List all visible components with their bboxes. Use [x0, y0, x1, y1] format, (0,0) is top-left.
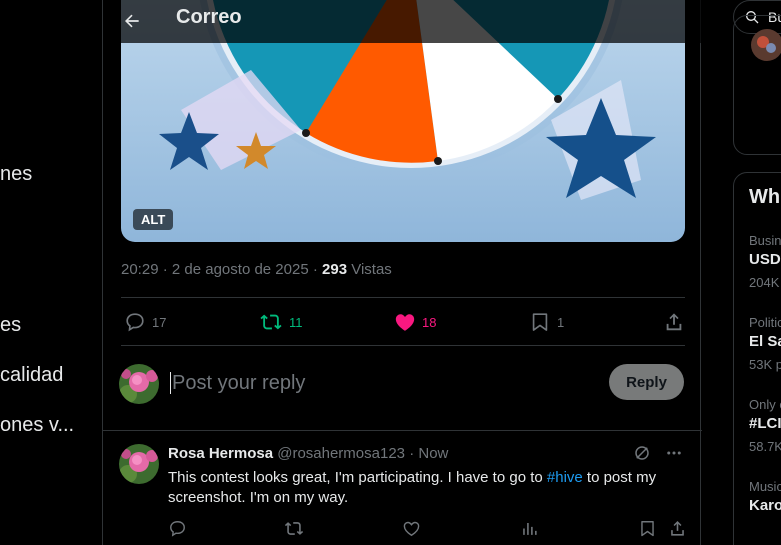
arrow-left-icon [125, 14, 139, 28]
left-navigation: nes es calidad ones v... [0, 0, 102, 545]
bookmark-icon [532, 313, 548, 331]
main-column: ALT Correo 20:29 · 2 de agosto de 2025 ·… [102, 0, 702, 545]
analytics-bars-icon [523, 522, 537, 535]
author-handle[interactable]: @rosahermosa123 [277, 445, 405, 462]
heart-icon [403, 521, 420, 537]
post-share-button[interactable] [668, 519, 687, 543]
current-user-avatar[interactable] [119, 364, 159, 404]
reply-action[interactable]: 17 [124, 305, 166, 339]
nav-item-4[interactable]: ones v... [0, 414, 74, 437]
rose-avatar-image [119, 444, 159, 484]
tweet-action-bar: 17 11 18 1 [121, 305, 685, 339]
hashtag-link[interactable]: #hive [547, 469, 583, 486]
reply-input[interactable]: Post your reply [170, 372, 305, 394]
trend-count: 53K p [749, 357, 781, 372]
like-count: 18 [422, 314, 437, 330]
like-action[interactable]: 18 [394, 305, 436, 339]
trend-title[interactable]: El Sa [749, 333, 781, 350]
whats-happening-heading: Wh [749, 186, 781, 208]
bookmark-count: 1 [557, 314, 565, 330]
views-label: Vistas [351, 261, 392, 278]
post-text-start: This contest looks great, I'm participat… [168, 469, 547, 486]
reply-composer: Post your reply Reply [103, 346, 702, 430]
post-repost-button[interactable] [284, 519, 304, 543]
share-action[interactable] [663, 305, 685, 339]
back-button[interactable] [117, 6, 147, 36]
trend-category: Busin [749, 233, 781, 248]
alt-text-badge[interactable]: ALT [133, 209, 174, 230]
post-text: This contest looks great, I'm participat… [168, 468, 683, 508]
trend-count: 204K [749, 275, 780, 290]
nav-item-3[interactable]: calidad [0, 364, 63, 387]
trend-title[interactable]: #LCI [749, 415, 781, 432]
post-header-icons [633, 444, 683, 462]
sidebar-card-top [733, 15, 781, 155]
reply-button[interactable]: Reply [609, 364, 684, 400]
tweet-date[interactable]: 2 de agosto de 2025 [172, 261, 309, 278]
share-icon [666, 313, 682, 331]
reply-count: 17 [152, 314, 167, 330]
post-author-avatar[interactable] [119, 444, 159, 484]
trend-title[interactable]: Karo [749, 497, 781, 514]
bookmark-icon [641, 521, 654, 537]
reply-bubble-icon [170, 521, 185, 537]
user-avatar[interactable] [750, 28, 781, 62]
page-title: Correo [176, 6, 242, 28]
repost-icon [284, 522, 304, 535]
right-sidebar: Bu Wh Busin USD 204K Politic El Sa 53K p… [701, 0, 781, 545]
trend-title[interactable]: USD [749, 251, 781, 268]
post-time[interactable]: Now [418, 445, 448, 462]
more-options-icon[interactable] [665, 444, 683, 462]
reply-bubble-icon [126, 313, 144, 332]
divider-top [121, 297, 685, 298]
trend-count: 58.7K [749, 439, 781, 454]
nav-item-1[interactable]: nes [0, 163, 32, 186]
top-header: Correo [103, 0, 702, 43]
post-action-bar [168, 519, 688, 541]
trend-category: Politic [749, 315, 781, 330]
views-count: 293 [322, 261, 348, 278]
repost-icon [260, 314, 282, 330]
grok-icon[interactable] [633, 444, 651, 462]
post-like-button[interactable] [402, 519, 421, 543]
nav-item-2[interactable]: es [0, 314, 21, 337]
post-bookmark-button[interactable] [638, 519, 657, 543]
post-header: Rosa Hermosa @rosahermosa123 · Now [168, 445, 449, 462]
repost-count: 11 [289, 314, 303, 330]
repost-action[interactable]: 11 [259, 305, 303, 339]
tweet-timestamp-line: 20:29 · 2 de agosto de 2025 · 293 Vistas [121, 261, 392, 278]
post-views-button[interactable] [520, 519, 539, 543]
heart-filled-icon [395, 314, 415, 331]
share-icon [671, 521, 684, 536]
rose-avatar-image [119, 364, 159, 404]
trend-category: Only o [749, 397, 781, 412]
author-name[interactable]: Rosa Hermosa [168, 445, 273, 462]
bookmark-action[interactable]: 1 [529, 305, 564, 339]
post-reply-button[interactable] [168, 519, 187, 543]
reply-post[interactable]: Rosa Hermosa @rosahermosa123 · Now This … [103, 431, 702, 545]
tweet-time[interactable]: 20:29 [121, 261, 159, 278]
app-root: nes es calidad ones v... ALT Correo 20:2… [0, 0, 781, 545]
trend-category: Music [749, 479, 781, 494]
